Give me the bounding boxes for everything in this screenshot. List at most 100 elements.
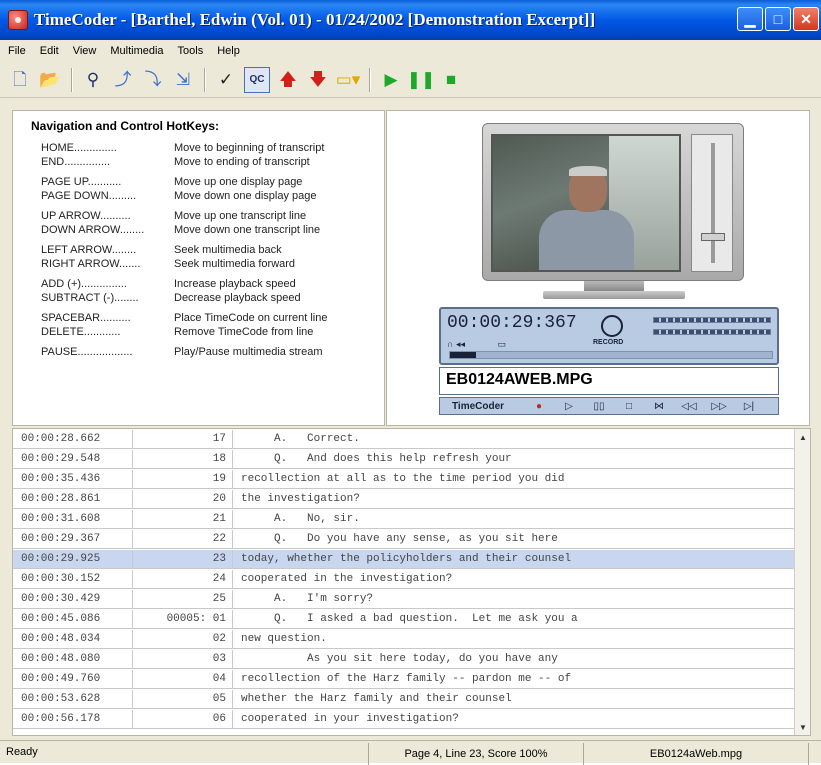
pause-icon[interactable]: ▯▯ [584,401,614,412]
row-text: cooperated in the investigation? [241,573,453,585]
time-counter-display: 00:00:29:367 ∩ ◂◂ ▭ RECORD [439,307,779,365]
close-button[interactable]: ✕ [793,7,819,31]
play-icon[interactable]: ▷ [554,401,584,412]
status-ready: Ready [6,746,38,758]
playback-progress[interactable] [449,351,773,359]
row-text: new question. [241,633,327,645]
hotkey-row: DOWN ARROW........ Move down one transcri… [41,223,384,237]
pause-icon[interactable]: ❚❚ [407,68,436,92]
folder-dropdown-icon[interactable]: ▭▾ [336,68,361,92]
open-folder-icon[interactable]: 📂 [38,68,62,92]
transcript-row[interactable]: 00:00:29.548 18 Q. And does this help ref… [13,450,795,469]
skip-end-icon[interactable]: ▷| [734,401,764,412]
fast-forward-icon[interactable]: ▷▷ [704,401,734,412]
transcript-row[interactable]: 00:00:45.086 00005: 01 Q. I asked a bad q… [13,610,795,629]
row-timecode[interactable]: 00:00:45.086 [13,610,133,628]
menu-edit[interactable]: Edit [40,45,59,57]
scroll-up-icon[interactable]: ▲ [795,429,810,445]
play-icon[interactable]: ▶ [379,68,403,92]
transcript-row[interactable]: 00:00:31.608 21 A. No, sir. [13,510,795,529]
transcript-row[interactable]: 00:00:30.429 25 A. I'm sorry? [13,590,795,609]
row-timecode[interactable]: 00:00:29.367 [13,530,133,548]
current-time: 00:00:29:367 [447,313,577,333]
row-timecode[interactable]: 00:00:28.662 [13,430,133,448]
link-down-icon[interactable]: ⤵ [141,68,165,92]
minimize-button[interactable]: ▁ [737,7,763,31]
volume-slider[interactable] [691,134,733,272]
qc-button[interactable]: QC [244,66,270,93]
row-timecode[interactable]: 00:00:48.080 [13,650,133,668]
transcript-row[interactable]: 00:00:29.925 23 today, whether the policyh… [13,550,795,569]
hotkey-row: RIGHT ARROW....... Seek multimedia forwar… [41,257,384,271]
menu-file[interactable]: File [8,45,26,57]
row-line-number: 04 [133,670,233,688]
row-timecode[interactable]: 00:00:35.436 [13,470,133,488]
row-text: Q. I asked a bad question. Let me ask yo… [241,613,578,625]
transcript-scrollbar[interactable]: ▲ ▼ [794,429,810,735]
frame-icon[interactable]: ⋈ [644,401,674,412]
menu-tools[interactable]: Tools [178,45,204,57]
row-timecode[interactable]: 00:00:53.628 [13,690,133,708]
row-timecode[interactable]: 00:00:31.608 [13,510,133,528]
stop-icon[interactable]: ■ [439,68,463,92]
app-window: TimeCoder - [Barthel, Edwin (Vol. 01) - … [0,0,821,765]
hotkey-description: Remove TimeCode from line [174,326,314,338]
checkmark-icon[interactable]: ✓ [214,68,238,92]
row-timecode[interactable]: 00:00:28.861 [13,490,133,508]
transcript-grid[interactable]: 00:00:28.662 17 A. Correct. 00:00:29.548 18… [12,428,811,736]
row-timecode[interactable]: 00:00:56.178 [13,710,133,728]
hotkey-key: DOWN ARROW........ [41,224,145,236]
up-arrow-icon[interactable]: 🡅 [276,68,300,92]
maximize-button[interactable]: □ [765,7,791,31]
find-icon[interactable]: ⚲ [81,68,105,92]
hotkey-row: END............... Move to ending of tran… [41,155,384,169]
transcript-row[interactable]: 00:00:49.760 04 recollection of the Harz f… [13,670,795,689]
timecoder-app-icon[interactable] [8,10,28,30]
transcript-row[interactable]: 00:00:28.662 17 A. Correct. [13,430,795,449]
row-timecode[interactable]: 00:00:49.760 [13,670,133,688]
row-timecode[interactable]: 00:00:29.925 [13,550,133,568]
menu-view[interactable]: View [73,45,97,57]
hotkey-description: Move to beginning of transcript [174,142,325,154]
hotkey-description: Move down one transcript line [174,224,321,236]
link-search-icon[interactable]: ⇲ [171,68,195,92]
headphone-icon: ∩ ◂◂ ▭ [447,339,507,349]
hotkey-key: SPACEBAR.......... [41,312,131,324]
transcript-row[interactable]: 00:00:48.080 03 As you sit here today, do… [13,650,795,669]
transcript-row[interactable]: 00:00:48.034 02 new question. [13,630,795,649]
transcript-row[interactable]: 00:00:53.628 05 whether the Harz family an… [13,690,795,709]
row-timecode[interactable]: 00:00:30.152 [13,570,133,588]
row-line-number: 24 [133,570,233,588]
volume-slider-knob[interactable] [701,233,725,241]
hotkey-key: END............... [41,156,111,168]
row-text: recollection of the Harz family -- pardo… [241,673,572,685]
row-timecode[interactable]: 00:00:29.548 [13,450,133,468]
row-timecode[interactable]: 00:00:48.034 [13,630,133,648]
title-bar[interactable]: TimeCoder - [Barthel, Edwin (Vol. 01) - … [0,0,821,40]
row-text: the investigation? [241,493,360,505]
link-icon[interactable]: ⤴ [111,68,135,92]
row-text: cooperated in your investigation? [241,713,459,725]
row-line-number: 06 [133,710,233,728]
record-button[interactable] [601,315,623,337]
hotkey-description: Increase playback speed [174,278,296,290]
down-arrow-icon[interactable]: 🡇 [306,68,330,92]
monitor-stand [584,281,644,291]
hotkey-row: UP ARROW.......... Move up one transcript… [41,209,384,223]
left-channel-meter [653,317,771,323]
new-document-icon[interactable]: 🗋 [8,68,32,92]
toolbar-separator [204,67,205,92]
transcript-row[interactable]: 00:00:56.178 06 cooperated in your investi… [13,710,795,729]
transcript-row[interactable]: 00:00:35.436 19 recollection at all as to … [13,470,795,489]
video-frame[interactable] [491,134,681,272]
stop-icon[interactable]: □ [614,401,644,412]
scroll-down-icon[interactable]: ▼ [795,719,810,735]
transcript-row[interactable]: 00:00:28.861 20 the investigation? [13,490,795,509]
row-timecode[interactable]: 00:00:30.429 [13,590,133,608]
record-icon[interactable]: ● [524,401,554,412]
menu-multimedia[interactable]: Multimedia [110,45,163,57]
transcript-row[interactable]: 00:00:30.152 24 cooperated in the investig… [13,570,795,589]
transcript-row[interactable]: 00:00:29.367 22 Q. Do you have any sense,… [13,530,795,549]
menu-help[interactable]: Help [217,45,240,57]
rewind-icon[interactable]: ◁◁ [674,401,704,412]
